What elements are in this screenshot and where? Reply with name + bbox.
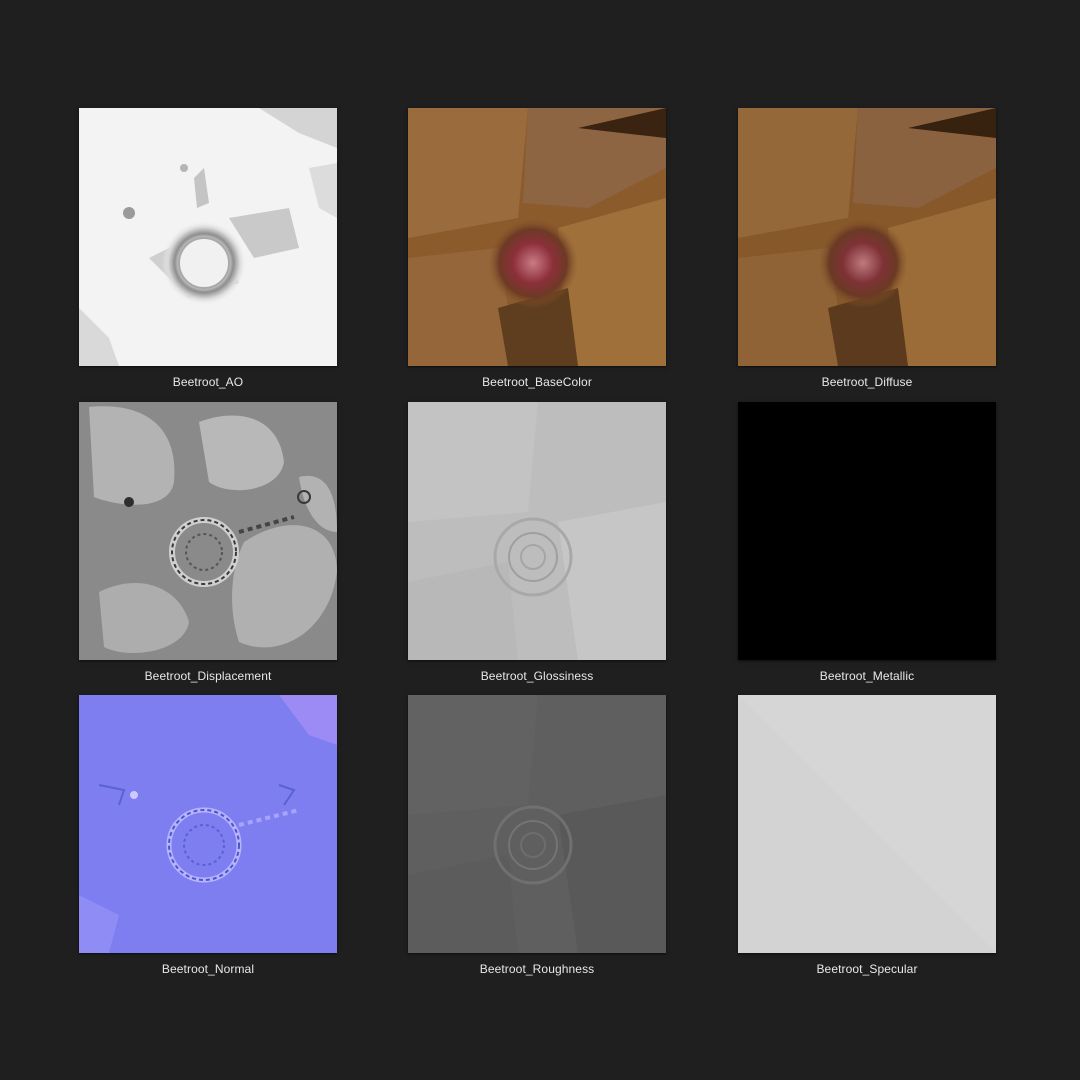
texture-label: Beetroot_Specular [816,962,918,976]
texture-tile-metallic[interactable]: Beetroot_Metallic [738,402,996,683]
texture-label: Beetroot_Diffuse [821,375,913,389]
texture-tile-normal[interactable]: Beetroot_Normal [79,695,337,976]
texture-thumbnail[interactable] [738,402,996,660]
texture-thumbnail[interactable] [79,108,337,366]
texture-tile-diffuse[interactable]: Beetroot_Diffuse [738,108,996,389]
displacement-texture-image [79,402,337,660]
texture-grid: Beetroot_AO Beetroot_BaseColor Beetroot_… [0,0,1080,1080]
texture-thumbnail[interactable] [79,402,337,660]
texture-thumbnail[interactable] [408,402,666,660]
texture-label: Beetroot_BaseColor [482,375,592,389]
texture-thumbnail[interactable] [738,695,996,953]
texture-label: Beetroot_Displacement [144,669,272,683]
texture-thumbnail[interactable] [79,695,337,953]
texture-tile-ao[interactable]: Beetroot_AO [79,108,337,389]
texture-tile-basecolor[interactable]: Beetroot_BaseColor [408,108,666,389]
texture-thumbnail[interactable] [408,108,666,366]
texture-tile-displacement[interactable]: Beetroot_Displacement [79,402,337,683]
texture-label: Beetroot_Roughness [479,962,595,976]
texture-label: Beetroot_Normal [161,962,255,976]
texture-label: Beetroot_Metallic [819,669,915,683]
texture-tile-roughness[interactable]: Beetroot_Roughness [408,695,666,976]
texture-label: Beetroot_AO [172,375,244,389]
texture-thumbnail[interactable] [408,695,666,953]
texture-thumbnail[interactable] [738,108,996,366]
ao-texture-image [79,108,337,366]
specular-texture-image [738,695,996,953]
diffuse-texture-image [738,108,996,366]
glossiness-texture-image [408,402,666,660]
texture-tile-glossiness[interactable]: Beetroot_Glossiness [408,402,666,683]
texture-label: Beetroot_Glossiness [480,669,594,683]
texture-tile-specular[interactable]: Beetroot_Specular [738,695,996,976]
normal-texture-image [79,695,337,953]
roughness-texture-image [408,695,666,953]
metallic-texture-image [738,402,996,660]
basecolor-texture-image [408,108,666,366]
